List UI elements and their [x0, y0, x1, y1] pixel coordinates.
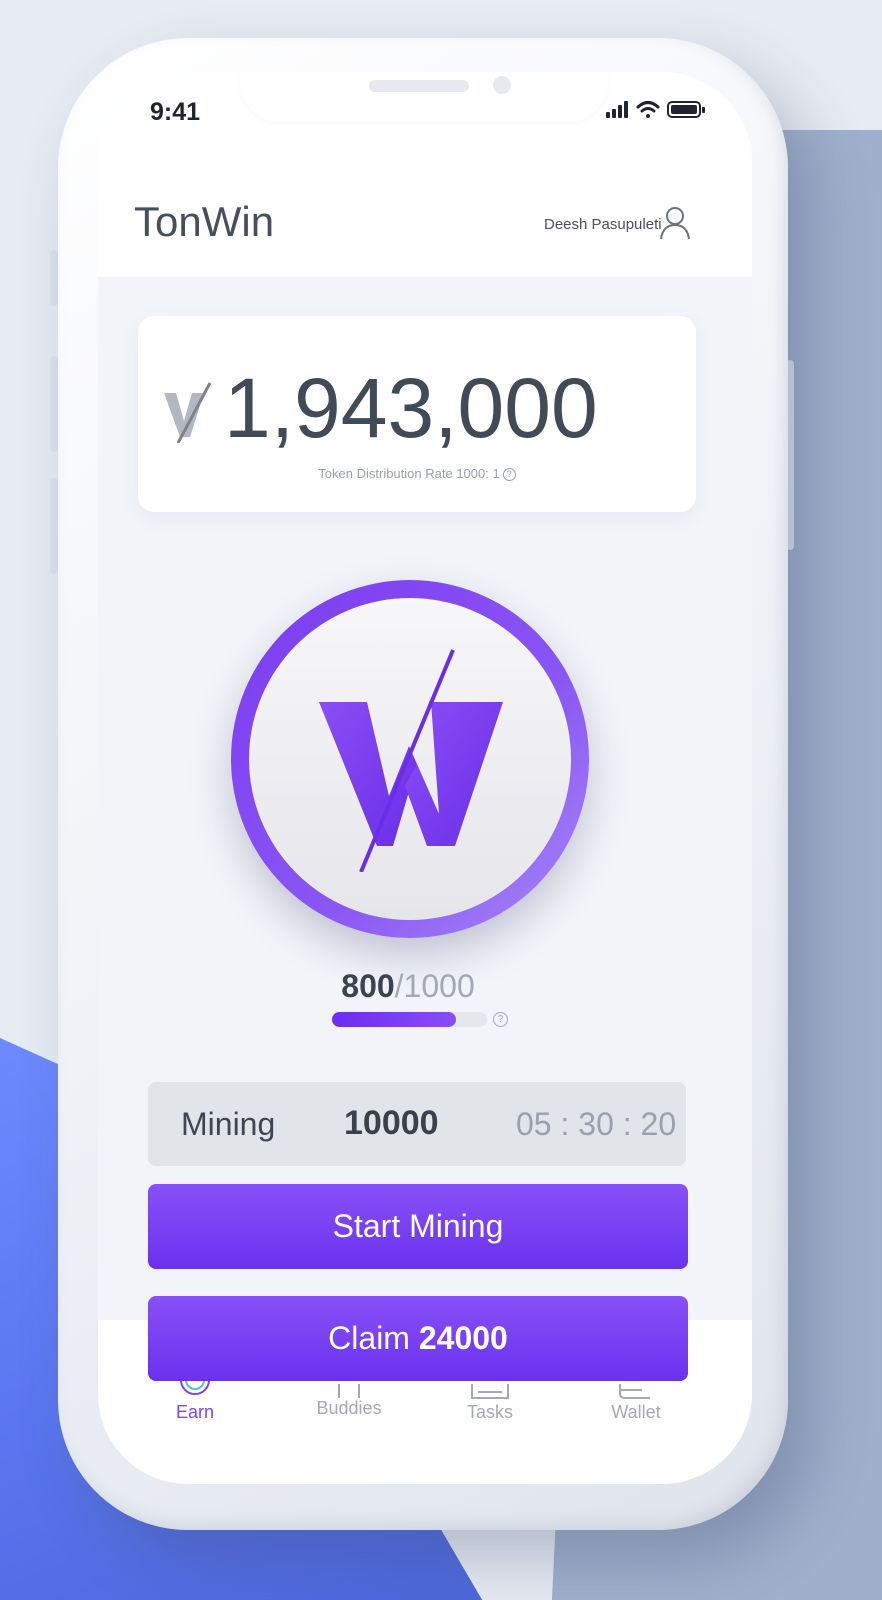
user-name[interactable]: Deesh Pasupuleti	[544, 216, 662, 233]
nav-label-buddies: Buddies	[316, 1398, 382, 1418]
status-time: 9:41	[150, 98, 201, 126]
energy-help-icon[interactable]: ?	[493, 1012, 508, 1027]
coin-face	[249, 598, 571, 920]
claim-label: Claim	[328, 1320, 410, 1356]
energy-max: 1000	[403, 968, 475, 1004]
mining-label: Mining	[181, 1106, 276, 1142]
mining-amount: 10000	[344, 1104, 439, 1142]
app-screen: 9:41 TonWin Deesh Pasupuleti 1,943,000 T…	[98, 72, 752, 1484]
user-profile-icon[interactable]	[659, 206, 691, 240]
app-title: TonWin	[134, 198, 275, 245]
energy-counter: 800/1000	[98, 968, 718, 1005]
speaker-grille	[369, 80, 469, 92]
claim-amount: 24000	[418, 1320, 508, 1356]
mining-status-row: Mining 10000 05 : 30 : 20	[148, 1082, 686, 1166]
energy-progress-bar	[332, 1012, 487, 1027]
energy-separator: /	[394, 968, 404, 1004]
signal-icon	[606, 101, 628, 118]
tap-coin-button[interactable]	[231, 580, 589, 938]
token-balance: 1,943,000	[224, 361, 598, 455]
nav-label-tasks: Tasks	[466, 1402, 513, 1422]
energy-current: 800	[341, 968, 395, 1004]
nav-label-earn: Earn	[175, 1402, 215, 1422]
mining-timer: 05 : 30 : 20	[516, 1106, 677, 1142]
phone-mute-switch	[50, 250, 58, 306]
battery-icon	[667, 101, 705, 118]
help-icon[interactable]: ?	[502, 468, 516, 481]
status-icons	[606, 101, 705, 118]
start-mining-button[interactable]: Start Mining	[148, 1184, 688, 1269]
distribution-rate: Token Distribution Rate 1000: 1?	[138, 466, 696, 481]
rate-label: Token Distribution Rate	[318, 466, 453, 481]
phone-notch	[240, 72, 608, 122]
app-header: 9:41 TonWin Deesh Pasupuleti	[98, 72, 752, 277]
token-logo-icon	[164, 382, 212, 443]
phone-volume-down	[50, 478, 58, 574]
balance-card: 1,943,000 Token Distribution Rate 1000: …	[138, 316, 696, 512]
front-camera	[493, 76, 511, 94]
tonwin-logo-icon	[319, 649, 503, 872]
rate-value: 1000: 1	[456, 466, 500, 481]
wifi-icon	[636, 101, 660, 118]
claim-button[interactable]: Claim 24000	[148, 1296, 688, 1381]
phone-volume-up	[50, 356, 58, 452]
nav-label-wallet: Wallet	[611, 1402, 661, 1422]
energy-progress-fill	[332, 1012, 456, 1027]
